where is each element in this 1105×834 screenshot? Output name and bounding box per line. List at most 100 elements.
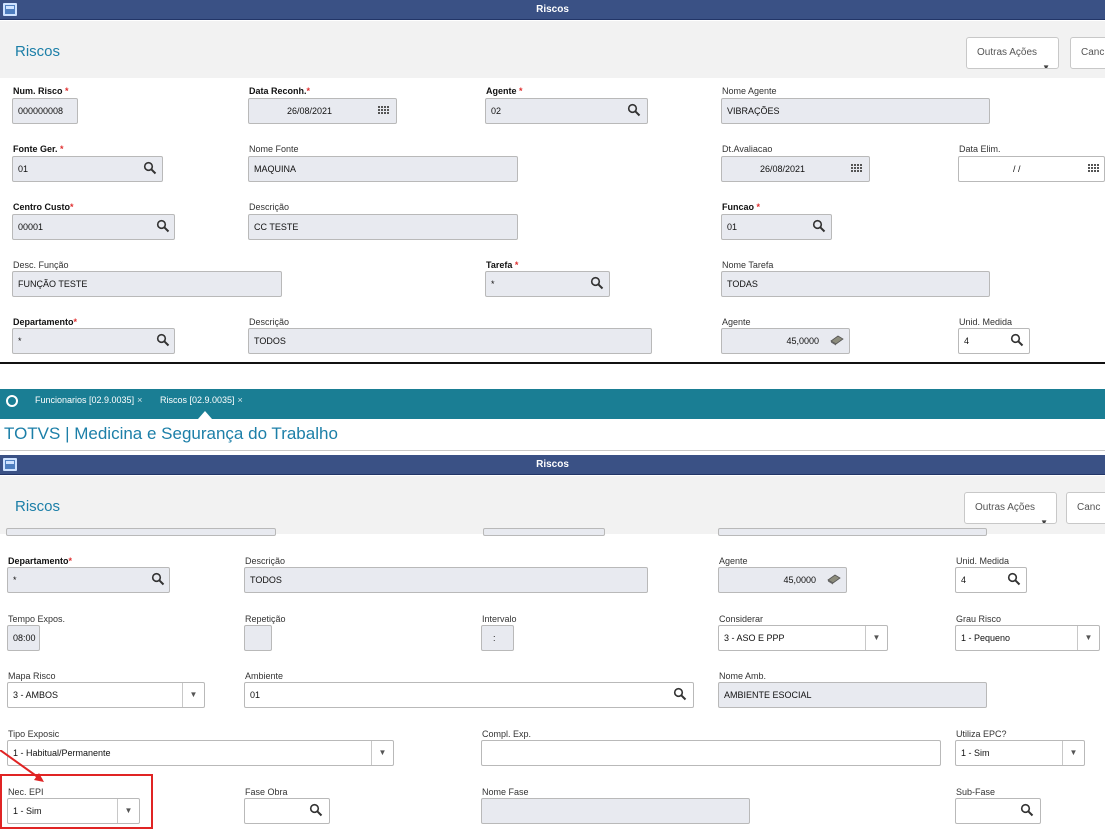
fase-obra-field[interactable] [244, 798, 330, 824]
search-icon[interactable] [1007, 572, 1021, 586]
window-icon [3, 3, 17, 16]
chevron-down-icon[interactable]: ▼ [371, 741, 393, 765]
grau-risco-select[interactable]: 1 - Pequeno ▼ [955, 625, 1100, 651]
dt-avaliacao-field[interactable]: 26/08/2021 [721, 156, 870, 182]
sub-fase-label: Sub-Fase [956, 787, 996, 797]
intervalo-field[interactable]: : [481, 625, 514, 651]
nome-amb-label: Nome Amb. [719, 671, 767, 681]
close-icon[interactable]: × [137, 395, 142, 405]
num-risco-field[interactable]: 000000008 [12, 98, 78, 124]
active-tab-indicator [198, 411, 212, 419]
agente-value: 02 [491, 106, 502, 116]
search-icon[interactable] [143, 161, 157, 175]
cancel-button-2[interactable]: Canc [1066, 492, 1105, 524]
calendar-icon[interactable] [1087, 161, 1101, 175]
page-title-2: Riscos [15, 498, 61, 515]
tab-funcionarios[interactable]: Funcionarios [02.9.0035] × [35, 395, 142, 405]
descricao-field-2: TODOS [244, 567, 648, 593]
agente-field[interactable]: 02 [485, 98, 648, 124]
tipo-exposic-select[interactable]: 1 - Habitual/Permanente ▼ [7, 740, 394, 766]
search-icon[interactable] [673, 687, 687, 701]
search-icon[interactable] [156, 333, 170, 347]
page-title: Riscos [15, 43, 61, 60]
search-icon[interactable] [1020, 803, 1034, 817]
tab-riscos-label: Riscos [02.9.0035] [160, 395, 235, 405]
tipo-exposic-label: Tipo Exposic [8, 729, 60, 739]
page-header: Riscos Outras Ações ▼ Canc [0, 21, 1105, 78]
ambiente-value: 01 [250, 690, 261, 700]
num-risco-label: Num. Risco * [13, 86, 69, 96]
calendar-icon[interactable] [850, 161, 864, 175]
search-icon[interactable] [812, 219, 826, 233]
considerar-select[interactable]: 3 - ASO E PPP ▼ [718, 625, 888, 651]
search-icon[interactable] [627, 103, 641, 117]
unid-medida-label: Unid. Medida [959, 317, 1013, 327]
data-elim-label: Data Elim. [959, 144, 1001, 154]
chevron-down-icon[interactable]: ▼ [865, 626, 887, 650]
ambiente-field[interactable]: 01 [244, 682, 694, 708]
window-title: Riscos [536, 4, 569, 15]
search-icon[interactable] [156, 219, 170, 233]
close-icon[interactable]: × [238, 395, 243, 405]
more-actions-label: Outras Ações [977, 47, 1038, 58]
utiliza-epc-label: Utiliza EPC? [956, 729, 1007, 739]
more-actions-button[interactable]: Outras Ações ▼ [966, 37, 1059, 69]
search-icon[interactable] [309, 803, 323, 817]
grau-risco-label: Grau Risco [956, 614, 1002, 624]
search-icon[interactable] [1010, 333, 1024, 347]
unid-medida-value: 4 [964, 336, 970, 346]
unid-medida-field[interactable]: 4 [958, 328, 1030, 354]
agente-valor-value: 45,0000 [786, 336, 819, 346]
tempo-expos-field[interactable]: 08:00 [7, 625, 40, 651]
nome-agente-field: VIBRAÇÕES [721, 98, 990, 124]
window-titlebar-2: Riscos [0, 455, 1105, 475]
search-icon[interactable] [151, 572, 165, 586]
data-elim-field[interactable]: / / [958, 156, 1105, 182]
dt-avaliacao-value: 26/08/2021 [760, 164, 806, 174]
chevron-down-icon[interactable]: ▼ [1062, 741, 1084, 765]
calculator-icon[interactable] [830, 333, 844, 347]
data-reconh-field[interactable]: 26/08/2021 [248, 98, 397, 124]
centro-custo-label: Centro Custo* [13, 202, 74, 212]
calendar-icon[interactable] [377, 103, 391, 117]
scrolled-field [718, 528, 987, 536]
cancel-button[interactable]: Canc [1070, 37, 1105, 69]
departamento-value-2: * [13, 575, 17, 585]
fonte-ger-field[interactable]: 01 [12, 156, 163, 182]
compl-exp-label: Compl. Exp. [482, 729, 532, 739]
tarefa-value: * [491, 279, 495, 289]
repeticao-field[interactable] [244, 625, 272, 651]
unid-medida-field-2[interactable]: 4 [955, 567, 1027, 593]
chevron-down-icon[interactable]: ▼ [1077, 626, 1099, 650]
fonte-ger-value: 01 [18, 164, 29, 174]
chevron-down-icon: ▼ [1040, 518, 1048, 524]
grau-risco-value: 1 - Pequeno [961, 633, 1011, 643]
funcao-field[interactable]: 01 [721, 214, 832, 240]
agente-label-2: Agente [719, 556, 748, 566]
desc-funcao-label: Desc. Função [13, 260, 69, 270]
descricao-dep-label: Descrição [249, 317, 290, 327]
chevron-down-icon[interactable]: ▼ [182, 683, 204, 707]
tarefa-field[interactable]: * [485, 271, 610, 297]
agente-field-2[interactable]: 45,0000 [718, 567, 847, 593]
utiliza-epc-select[interactable]: 1 - Sim ▼ [955, 740, 1085, 766]
nome-tarefa-field: TODAS [721, 271, 990, 297]
tempo-expos-label: Tempo Expos. [8, 614, 66, 624]
departamento-field-2[interactable]: * [7, 567, 170, 593]
calculator-icon[interactable] [827, 572, 841, 586]
nome-agente-label: Nome Agente [722, 86, 777, 96]
divider [0, 362, 1105, 364]
compl-exp-field[interactable] [481, 740, 941, 766]
agente-valor-label: Agente [722, 317, 751, 327]
app-title: TOTVS | Medicina e Segurança do Trabalho [0, 421, 1105, 451]
scrolled-field [483, 528, 605, 536]
sub-fase-field[interactable] [955, 798, 1041, 824]
search-icon[interactable] [590, 276, 604, 290]
mapa-risco-select[interactable]: 3 - AMBOS ▼ [7, 682, 205, 708]
data-elim-value: / / [1013, 164, 1021, 174]
departamento-field[interactable]: * [12, 328, 175, 354]
tab-riscos[interactable]: Riscos [02.9.0035] × [160, 395, 243, 405]
agente-valor-field[interactable]: 45,0000 [721, 328, 850, 354]
more-actions-button-2[interactable]: Outras Ações ▼ [964, 492, 1057, 524]
centro-custo-field[interactable]: 00001 [12, 214, 175, 240]
